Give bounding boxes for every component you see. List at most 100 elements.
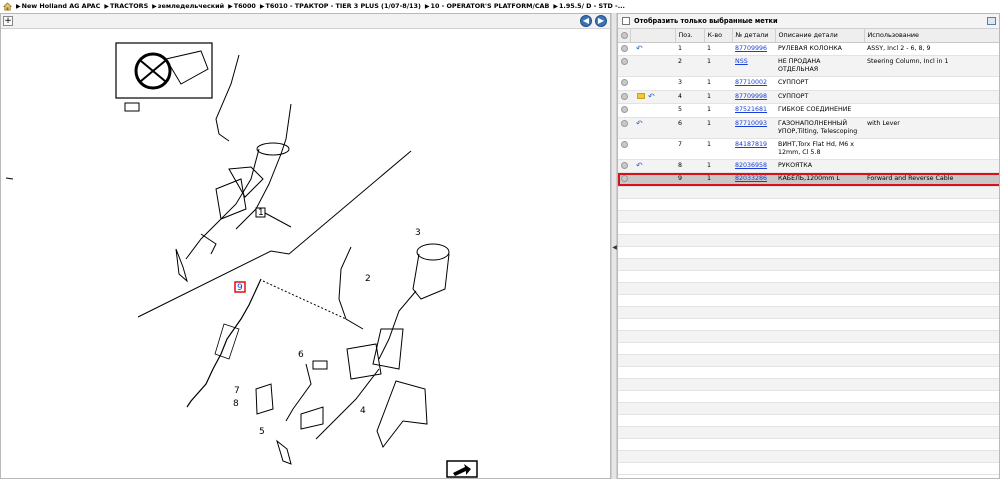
empty-row <box>618 198 999 211</box>
header-pos[interactable]: Поз. <box>675 29 705 43</box>
table-row[interactable]: ↶ 8 1 82036958 РУКОЯТКА <box>618 159 999 173</box>
row-select[interactable] <box>618 138 630 160</box>
header-part-number[interactable]: № детали <box>732 29 776 43</box>
cell-description: СУППОРТ <box>775 76 864 91</box>
header-qty[interactable]: К-во <box>704 29 733 43</box>
cell-description: ГАЗОНАПОЛНЕННЫЙ УПОР,Tilting, Telescopin… <box>775 117 864 139</box>
cell-description: ГИБКОЕ СОЕДИНЕНИЕ <box>775 103 864 118</box>
replace-arrow-icon[interactable]: ↶ <box>636 44 643 52</box>
part-number-link[interactable]: 82036958 <box>735 162 767 169</box>
part-number-link[interactable]: 87709996 <box>735 45 767 52</box>
table-row[interactable]: ↶ 4 1 87709998 СУППОРТ <box>618 90 999 104</box>
replace-arrow-icon[interactable]: ↶ <box>648 92 655 100</box>
part-number-link[interactable]: 87710002 <box>735 79 767 86</box>
table-row[interactable]: 5 1 87521681 ГИБКОЕ СОЕДИНЕНИЕ <box>618 103 999 118</box>
part-number-link[interactable]: 87710093 <box>735 120 767 127</box>
empty-row <box>618 282 999 295</box>
cell-pos: 6 <box>675 117 704 139</box>
breadcrumb-item[interactable]: ▶ T6010 - ТРАКТОР - TIER 3 PLUS (1/07-8/1… <box>260 2 421 10</box>
callout-3[interactable]: 3 <box>415 228 421 238</box>
callout-4[interactable]: 4 <box>360 406 366 416</box>
breadcrumb-item[interactable]: ▶ TRACTORS <box>104 2 148 10</box>
callout-5[interactable]: 5 <box>259 427 265 437</box>
table-row[interactable]: ↶ 6 1 87710093 ГАЗОНАПОЛНЕННЫЙ УПОР,Tilting,… <box>618 117 999 139</box>
window-icon[interactable] <box>987 17 996 25</box>
cell-part-number[interactable]: NSS <box>732 55 775 77</box>
callout-6[interactable]: 6 <box>298 350 304 360</box>
empty-row <box>618 462 999 475</box>
cell-pos: 4 <box>675 90 704 104</box>
select-circle-icon[interactable] <box>621 140 628 148</box>
replace-arrow-icon[interactable]: ↶ <box>636 161 643 169</box>
cell-pos: 7 <box>675 138 704 160</box>
breadcrumb-item[interactable]: ▶ земледельческий <box>152 2 224 10</box>
home-icon[interactable] <box>3 1 12 11</box>
forward-arrow-icon[interactable]: ▶ <box>595 15 607 27</box>
table-row[interactable]: 7 1 84187819 ВИНТ,Torx Flat Hd, M6 x 12mm, … <box>618 138 999 160</box>
cell-usage <box>864 159 999 173</box>
row-select[interactable] <box>618 103 630 118</box>
empty-row <box>618 390 999 403</box>
cell-description: ВИНТ,Torx Flat Hd, M6 x 12mm, Cl 5.8 <box>775 138 864 160</box>
table-row[interactable]: ↶ 1 1 87709996 РУЛЕВАЯ КОЛОНКА ASSY, Incl 2 -… <box>618 42 999 56</box>
cell-usage: ASSY, Incl 2 - 6, 8, 9 <box>864 42 999 56</box>
row-select[interactable] <box>618 172 630 187</box>
table-row[interactable]: 2 1 NSS НЕ ПРОДАНА ОТДЕЛЬНАЯ Steering Column… <box>618 55 999 77</box>
select-circle-icon[interactable] <box>621 119 628 127</box>
cell-part-number[interactable]: 82033286 <box>732 172 775 187</box>
part-number-link[interactable]: 87709998 <box>735 93 767 100</box>
cell-part-number[interactable]: 87710093 <box>732 117 775 139</box>
select-circle-icon[interactable] <box>621 44 628 52</box>
cell-part-number[interactable]: 87709996 <box>732 42 775 56</box>
header-select[interactable] <box>618 29 631 43</box>
next-page-icon[interactable] <box>446 460 478 478</box>
callout-7[interactable]: 7 <box>234 386 240 396</box>
cell-qty: 1 <box>704 172 732 187</box>
header-icons <box>630 29 676 43</box>
replace-arrow-icon[interactable]: ↶ <box>636 119 643 127</box>
back-arrow-icon[interactable]: ◀ <box>580 15 592 27</box>
breadcrumb-item[interactable]: ▶ 1.95.5/ D - STD -... <box>553 2 625 10</box>
parts-list-panel: Отобразить только выбранные метки Поз. К… <box>617 13 1000 479</box>
breadcrumb-item[interactable]: ▶ New Holland AG APAC <box>16 2 100 10</box>
callout-1[interactable]: 1 <box>258 208 264 218</box>
empty-row <box>618 306 999 319</box>
select-circle-icon[interactable] <box>621 79 628 86</box>
cell-part-number[interactable]: 87521681 <box>732 103 775 118</box>
part-number-link[interactable]: 87521681 <box>735 106 767 113</box>
cell-usage <box>864 76 999 91</box>
header-usage[interactable]: Использование <box>864 29 999 43</box>
table-row[interactable]: 3 1 87710002 СУППОРТ <box>618 76 999 91</box>
select-circle-icon[interactable] <box>621 106 628 113</box>
part-number-link[interactable]: NSS <box>735 58 748 65</box>
row-select[interactable] <box>618 159 630 173</box>
select-circle-icon[interactable] <box>621 175 628 182</box>
select-circle-icon[interactable] <box>621 92 628 100</box>
row-select[interactable] <box>618 55 630 77</box>
select-circle-icon[interactable] <box>621 161 628 169</box>
row-select[interactable] <box>618 42 630 56</box>
select-circle-icon[interactable] <box>621 58 628 65</box>
empty-row <box>618 210 999 223</box>
folder-icon[interactable] <box>637 93 645 99</box>
row-select[interactable] <box>618 76 630 91</box>
header-description[interactable]: Описание детали <box>775 29 865 43</box>
cell-part-number[interactable]: 84187819 <box>732 138 775 160</box>
row-select[interactable] <box>618 117 630 139</box>
row-select[interactable] <box>618 90 630 104</box>
callout-8[interactable]: 8 <box>233 399 239 409</box>
zoom-in-button[interactable]: + <box>3 16 13 26</box>
part-number-link[interactable]: 84187819 <box>735 141 767 148</box>
breadcrumb-item[interactable]: ▶ T6000 <box>228 2 256 10</box>
callout-2[interactable]: 2 <box>365 274 371 284</box>
filter-checkbox[interactable] <box>622 17 630 25</box>
parts-diagram[interactable]: 1 2 3 4 5 6 7 8 9 <box>1 29 610 478</box>
cell-part-number[interactable]: 82036958 <box>732 159 775 173</box>
breadcrumb-item[interactable]: ▶ 10 - OPERATOR'S PLATFORM/CAB <box>425 2 549 10</box>
table-row[interactable]: 9 1 82033286 КАБЕЛЬ,1200mm L Forward and Rev… <box>618 172 999 187</box>
callout-9[interactable]: 9 <box>237 283 243 293</box>
empty-row <box>618 330 999 343</box>
cell-part-number[interactable]: 87709998 <box>732 90 775 104</box>
part-number-link[interactable]: 82033286 <box>735 175 767 182</box>
cell-part-number[interactable]: 87710002 <box>732 76 775 91</box>
